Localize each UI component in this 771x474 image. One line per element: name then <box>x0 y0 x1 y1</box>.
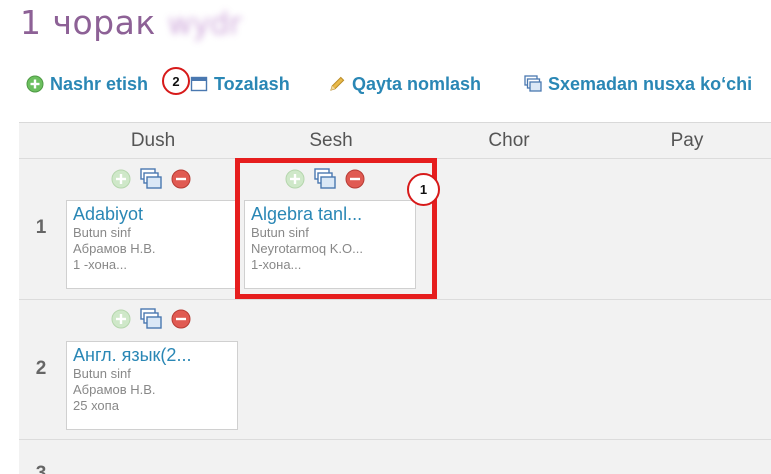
page-title: 1 чорак wydr <box>20 3 241 43</box>
annotation-badge-1: 1 <box>407 173 440 206</box>
lesson-teacher: Абрамов Н.В. <box>73 241 156 256</box>
cell-actions <box>110 168 192 190</box>
lesson-room: 1 -хона... <box>73 257 127 272</box>
lesson-teacher: Абрамов Н.В. <box>73 382 156 397</box>
cell-actions <box>110 308 192 330</box>
copy-layers-icon[interactable] <box>140 168 162 190</box>
period-number: 1 <box>35 217 47 238</box>
lesson-subject: Англ. язык(2... <box>73 345 192 365</box>
add-icon <box>26 75 44 93</box>
period-number: 2 <box>35 358 47 379</box>
lesson-card[interactable]: Англ. язык(2... Butun sinf Абрамов Н.В. … <box>66 341 238 430</box>
row-divider <box>19 299 771 300</box>
publish-label: Nashr etish <box>50 73 149 94</box>
clear-label: Tozalash <box>214 73 290 94</box>
add-icon[interactable] <box>110 308 132 330</box>
add-icon[interactable] <box>110 168 132 190</box>
blurred-class-name: wydr <box>167 7 242 42</box>
period-number: 3 <box>35 463 47 474</box>
lesson-card[interactable]: Adabiyot Butun sinf Абрамов Н.В. 1 -хона… <box>66 200 238 289</box>
lesson-room: 25 хопа <box>73 398 119 413</box>
day-header-dush: Dush <box>130 130 176 151</box>
remove-icon[interactable] <box>170 308 192 330</box>
term-title: 1 чорак <box>20 3 156 42</box>
lesson-group: Butun sinf <box>73 366 131 381</box>
lesson-group: Butun sinf <box>73 225 131 240</box>
pencil-icon <box>328 75 346 93</box>
highlight-box <box>235 158 437 299</box>
publish-button[interactable]: Nashr etish <box>26 72 148 96</box>
copy-layers-icon <box>524 75 542 93</box>
day-header-sesh: Sesh <box>309 130 353 151</box>
toolbar: Nashr etish Tozalash Qayta nomlash Sxema… <box>26 72 771 96</box>
lesson-subject: Adabiyot <box>73 204 144 224</box>
rename-label: Qayta nomlash <box>352 73 482 94</box>
clear-button[interactable]: Tozalash <box>190 72 290 96</box>
calendar-icon <box>190 75 208 93</box>
annotation-badge-2: 2 <box>162 67 190 95</box>
copy-layers-icon[interactable] <box>140 308 162 330</box>
copy-from-scheme-button[interactable]: Sxemadan nusxa ko‘chi <box>524 72 752 96</box>
row-divider <box>19 439 771 440</box>
remove-icon[interactable] <box>170 168 192 190</box>
rename-button[interactable]: Qayta nomlash <box>328 72 481 96</box>
copy-from-scheme-label: Sxemadan nusxa ko‘chi <box>548 73 753 94</box>
day-header-pay: Pay <box>670 130 704 151</box>
day-header-chor: Chor <box>488 130 530 151</box>
